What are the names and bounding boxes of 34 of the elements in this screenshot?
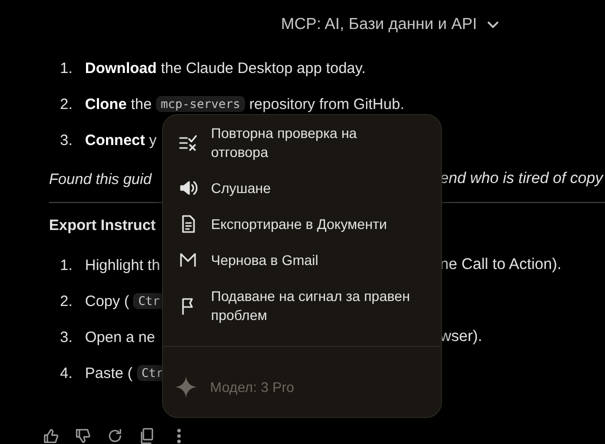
menu-item[interactable]: Подаване на сигнал за правен проблем <box>163 278 441 334</box>
step-text: repository from GitHub. <box>249 96 404 112</box>
section-heading: Export Instruct <box>49 216 156 234</box>
step-text: Highlight th <box>85 256 160 274</box>
list-number: 3. <box>60 328 74 346</box>
step-text: Copy ( <box>85 292 130 310</box>
refresh-icon[interactable] <box>106 427 124 444</box>
thumbs-up-icon[interactable] <box>42 427 60 444</box>
list-number: 2. <box>60 292 74 310</box>
menu-item[interactable]: Слушане <box>163 170 441 206</box>
copy-icon[interactable] <box>138 427 156 444</box>
step-text: Download the Claude Desktop app today. <box>85 60 366 76</box>
menu-item[interactable]: Чернова в Gmail <box>163 242 441 278</box>
inline-code: mcp-servers <box>156 96 246 112</box>
step-text: Open a ne <box>85 328 156 346</box>
conversation-title[interactable]: MCP: AI, Бази данни и API <box>281 16 477 34</box>
speaker-icon <box>178 178 198 198</box>
step-text: Paste ( <box>85 364 133 382</box>
note-text: Found this guid <box>49 170 152 188</box>
chevron-down-icon[interactable] <box>487 21 499 29</box>
menu-item[interactable]: Повторна проверка на отговора <box>163 116 441 170</box>
list-number: 1. <box>60 256 74 274</box>
list-number: 2. <box>60 96 74 112</box>
list-number: 1. <box>60 60 74 76</box>
list-number: 3. <box>60 132 74 148</box>
inline-code: Ctr <box>133 293 165 309</box>
step-text: Connect y <box>85 132 157 148</box>
step-text: Clone the <box>85 96 152 112</box>
menu-item[interactable]: Експортиране в Документи <box>163 206 441 242</box>
checklist-icon <box>178 133 198 153</box>
step-text: wser). <box>440 328 482 345</box>
thumbs-down-icon[interactable] <box>74 427 92 444</box>
sparkle-icon <box>174 375 198 399</box>
list-number: 4. <box>60 364 74 382</box>
